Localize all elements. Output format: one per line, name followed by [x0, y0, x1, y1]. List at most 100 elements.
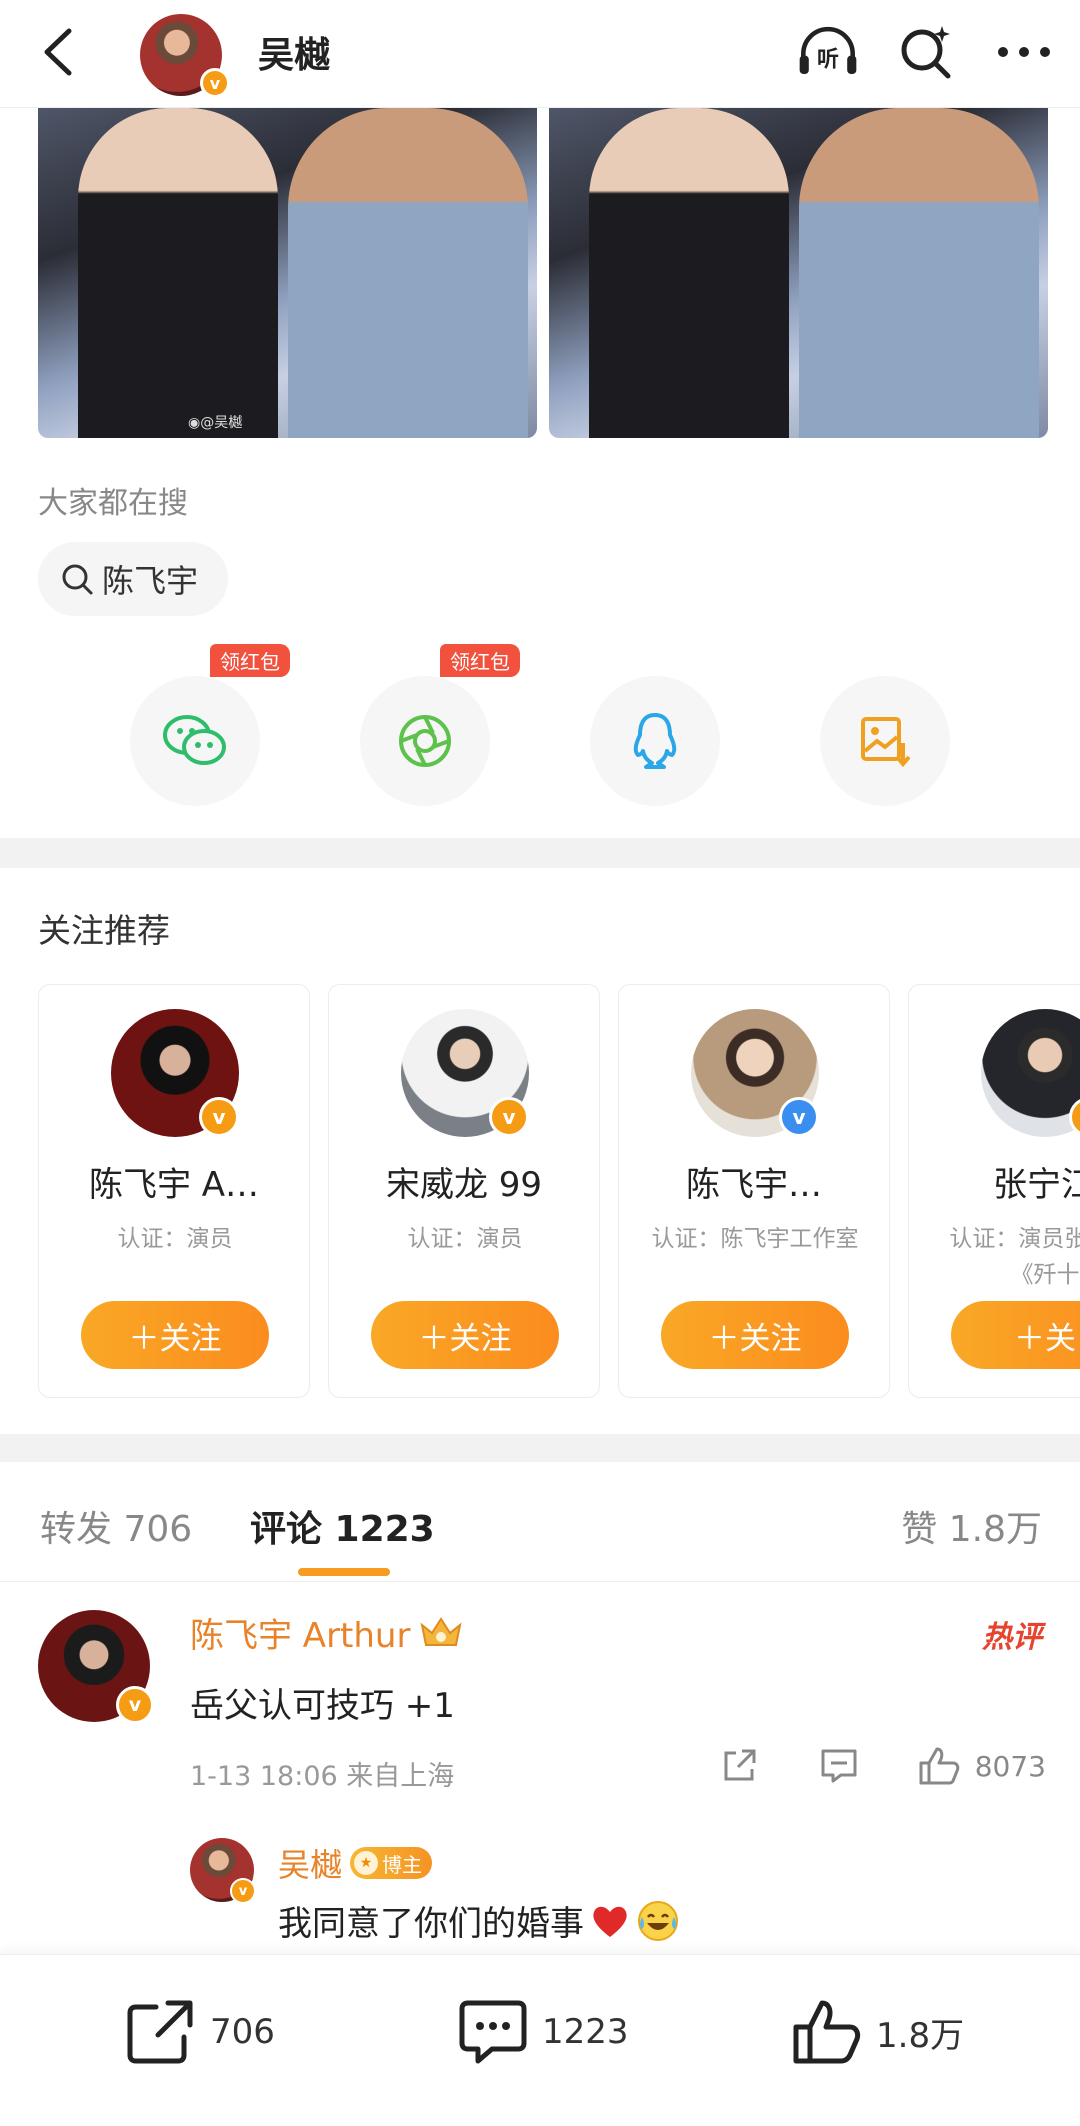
section-divider — [0, 1434, 1080, 1462]
reply-text: 我同意了你们的婚事 — [278, 1904, 584, 1944]
author-avatar[interactable]: v — [138, 12, 234, 98]
post-image-2[interactable] — [549, 108, 1048, 438]
verified-badge-icon: v — [230, 1878, 256, 1904]
verified-badge-icon: v — [489, 1097, 529, 1137]
search-chip-text: 陈飞宇 — [102, 562, 199, 600]
comment-actions: 8073 — [717, 1744, 1046, 1788]
comment-count: 1223 — [542, 2012, 629, 2052]
share-comment-button[interactable] — [717, 1744, 761, 1788]
recommend-card[interactable]: v 陈飞宇… 认证：陈飞宇工作室 ＋关注 — [618, 984, 890, 1398]
verified-badge-icon: v — [199, 1097, 239, 1137]
crown-badge-icon — [420, 1616, 462, 1646]
verified-badge-blue-icon: v — [779, 1097, 819, 1137]
comment-text: 岳父认可技巧 +1 — [190, 1686, 455, 1726]
medal-icon: ★ — [354, 1851, 379, 1875]
comment-button[interactable]: 1223 — [458, 1999, 629, 2065]
like-comment-button[interactable]: 8073 — [917, 1745, 1046, 1787]
person-figure — [288, 108, 528, 438]
recommend-card[interactable]: v 陈飞宇 A… 认证：演员 ＋关注 — [38, 984, 310, 1398]
search-sparkle-icon — [901, 26, 951, 79]
person-figure — [589, 108, 789, 438]
author-name[interactable]: 吴樾 — [258, 26, 330, 78]
recommend-carousel[interactable]: v 陈飞宇 A… 认证：演员 ＋关注 v 宋威龙 99 认证：演员 ＋关注 v … — [38, 984, 1080, 1400]
recommend-name: 张宁江 — [993, 1165, 1080, 1205]
listen-button[interactable]: 听 — [796, 20, 860, 84]
like-button[interactable]: 1.8万 — [792, 1999, 964, 2065]
recommend-name: 宋威龙 99 — [385, 1165, 543, 1205]
bottom-action-bar: 706 1223 1.8万 — [0, 1954, 1080, 2126]
comment-meta: 1-13 18:06 来自上海 — [190, 1761, 455, 1792]
recommend-cert: 认证：演员 — [407, 1226, 523, 1252]
post-tabs: 转发 706 评论 1223 赞 1.8万 — [0, 1462, 1080, 1582]
repost-icon — [127, 2000, 193, 2064]
reply-content: 我同意了你们的婚事 — [278, 1896, 680, 1945]
save-image-button[interactable] — [820, 676, 950, 806]
comment-item: v 陈飞宇 Arthur 热评 岳父认可技巧 +1 1-13 18:06 来自上… — [0, 1582, 1080, 1952]
comment-bubble-icon — [821, 1749, 857, 1783]
search-icon — [62, 564, 93, 595]
trending-search-chip[interactable]: 陈飞宇 — [38, 542, 229, 616]
repost-count: 706 — [210, 2012, 275, 2052]
recommend-card[interactable]: v 宋威龙 99 认证：演员 ＋关注 — [328, 984, 600, 1398]
trending-search-label: 大家都在搜 — [38, 486, 188, 521]
thumbs-up-icon — [793, 2000, 861, 2064]
back-button[interactable] — [28, 22, 88, 82]
recommend-name: 陈飞宇… — [686, 1165, 822, 1205]
back-arrow-icon — [44, 28, 72, 76]
comment-icon — [459, 2000, 527, 2064]
active-tab-indicator — [298, 1568, 390, 1576]
blogger-badge-label: 博主 — [382, 1852, 423, 1877]
recommend-cert: 认证：陈飞宇工作室 — [651, 1226, 859, 1252]
post-image-1[interactable]: ◉@吴樾 — [38, 108, 537, 438]
share-row: 领红包 领红包 — [130, 644, 960, 806]
recommend-title: 关注推荐 — [38, 911, 170, 950]
headphones-icon: 听 — [799, 26, 857, 74]
follow-button[interactable]: ＋关注 — [81, 1301, 269, 1369]
recommend-avatar — [981, 1009, 1080, 1137]
person-figure — [799, 108, 1039, 438]
verified-badge-icon: v — [116, 1686, 154, 1724]
verified-badge-icon: v — [200, 68, 230, 98]
commenter-name-text[interactable]: 陈飞宇 Arthur — [190, 1608, 410, 1657]
reply-author-name[interactable]: 吴樾 — [278, 1840, 342, 1886]
tab-likes[interactable]: 赞 1.8万 — [901, 1500, 1042, 1552]
listen-label: 听 — [817, 48, 839, 73]
author-reply[interactable]: v 吴樾 ★ 博主 我同意了你们的婚事 — [190, 1838, 1050, 1944]
comment-like-count: 8073 — [974, 1749, 1046, 1783]
person-figure — [78, 108, 278, 438]
more-button[interactable] — [992, 20, 1056, 84]
recommend-name: 陈飞宇 A… — [88, 1165, 260, 1205]
share-qq-button[interactable] — [590, 676, 720, 806]
tab-repost[interactable]: 转发 706 — [40, 1500, 192, 1552]
image-watermark: ◉@吴樾 — [188, 415, 243, 431]
more-dots-icon — [998, 47, 1050, 57]
recommend-cert: 认证：演员 — [117, 1226, 233, 1252]
repost-button[interactable]: 706 — [126, 1999, 275, 2065]
share-arrow-icon — [724, 1749, 756, 1781]
section-divider — [0, 838, 1080, 868]
heart-emoji-icon — [593, 1906, 627, 1937]
search-button[interactable] — [894, 20, 958, 84]
laugh-cry-emoji-icon — [638, 1900, 678, 1941]
tab-comments[interactable]: 评论 1223 — [250, 1500, 435, 1552]
thumbs-up-icon — [919, 1747, 960, 1785]
post-images: ◉@吴樾 — [38, 108, 1048, 438]
share-wechat-button[interactable]: 领红包 — [130, 644, 290, 806]
red-packet-tag: 领红包 — [440, 644, 520, 677]
red-packet-tag: 领红包 — [210, 644, 290, 677]
recommend-card[interactable]: v 张宁江 认证：演员张 参演《歼十 ＋关 — [908, 984, 1080, 1398]
follow-button[interactable]: ＋关注 — [371, 1301, 559, 1369]
like-count: 1.8万 — [876, 2015, 965, 2056]
wechat-icon — [163, 715, 226, 765]
follow-button[interactable]: ＋关 — [951, 1301, 1080, 1369]
recommend-cert: 认证：演员张 参演《歼十 — [949, 1226, 1080, 1288]
moments-aperture-icon — [399, 715, 451, 767]
qq-penguin-icon — [633, 713, 677, 769]
commenter-name: 陈飞宇 Arthur — [190, 1608, 464, 1657]
follow-button[interactable]: ＋关注 — [661, 1301, 849, 1369]
hot-comment-badge: 热评 — [982, 1620, 1042, 1655]
reply-author: 吴樾 ★ 博主 — [278, 1840, 433, 1886]
save-image-icon — [861, 717, 911, 768]
reply-comment-button[interactable] — [817, 1744, 861, 1788]
share-moments-button[interactable]: 领红包 — [360, 644, 520, 806]
